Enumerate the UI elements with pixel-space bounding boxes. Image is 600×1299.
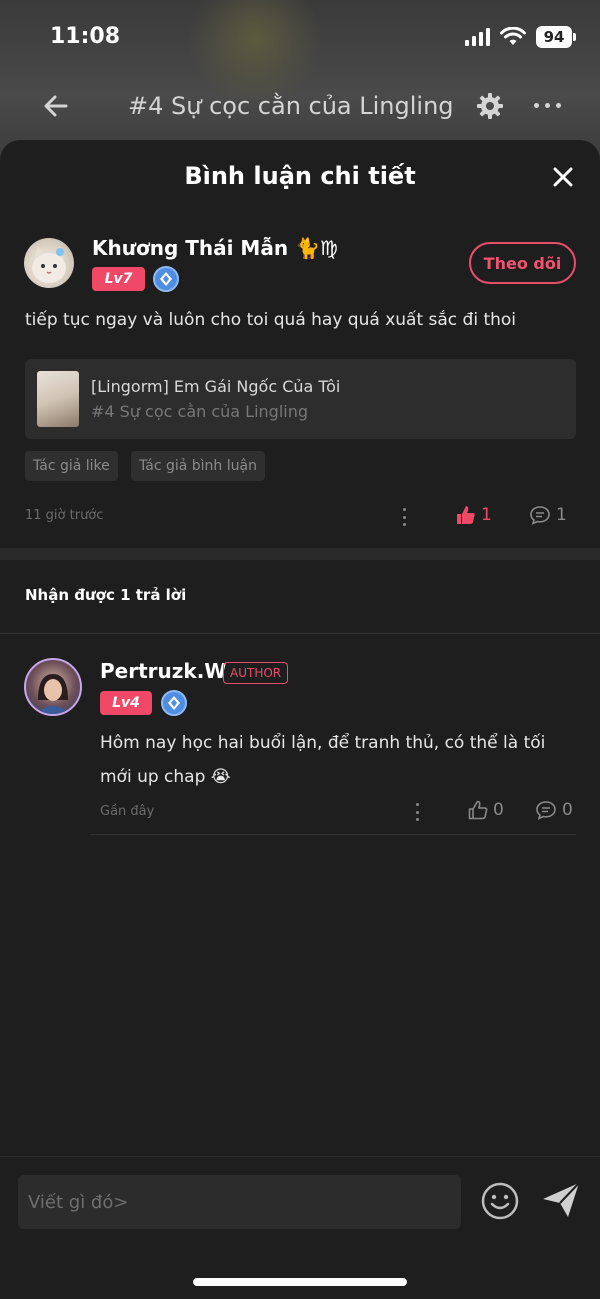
comment-detail-sheet: Bình luận chi tiết Khương Thái Mẫn 🐈♍ Lv… [0, 140, 600, 1299]
follow-button[interactable]: Theo dõi [469, 242, 576, 284]
reply-reply-count: 0 [562, 800, 573, 820]
story-title: [Lingorm] Em Gái Ngốc Của Tôi [91, 377, 341, 396]
back-arrow-icon[interactable] [40, 90, 72, 122]
comment-reply-count: 1 [556, 505, 567, 525]
status-time: 11:08 [50, 24, 121, 49]
status-icons: 94 [465, 26, 576, 48]
reply-time: Gần đây [100, 804, 155, 819]
sheet-title: Bình luận chi tiết [184, 162, 416, 190]
cellular-signal-icon [465, 28, 490, 46]
page-title: #4 Sự cọc cằn của Lingling [128, 92, 454, 120]
wifi-icon [500, 27, 526, 45]
diamond-icon [153, 266, 179, 292]
section-divider [0, 548, 600, 560]
story-card[interactable]: [Lingorm] Em Gái Ngốc Của Tôi #4 Sự cọc … [25, 359, 576, 439]
battery-indicator: 94 [536, 26, 576, 48]
chat-bubble-icon [536, 801, 556, 820]
tag-author-like: Tác giả like [25, 451, 118, 481]
reply-text: Hôm nay học hai buổi lận, để tranh thủ, … [100, 733, 546, 787]
send-icon[interactable] [540, 1179, 582, 1221]
diamond-icon [161, 690, 187, 716]
gear-icon[interactable] [476, 92, 504, 120]
chat-bubble-icon [530, 506, 550, 525]
status-bar: 11:08 94 [0, 0, 600, 76]
reply-like-button[interactable]: 0 [468, 800, 504, 820]
cat-avatar-image [32, 246, 66, 283]
author-name[interactable]: Pertruzk.W [100, 659, 226, 683]
author-avatar-image [36, 674, 70, 714]
level-badge: Lv7 [92, 267, 145, 291]
comment-time: 11 giờ trước [25, 508, 104, 523]
thumbs-up-icon [468, 800, 488, 820]
tag-author-comment: Tác giả bình luận [131, 451, 265, 481]
replies-header: Nhận được 1 trả lời [25, 586, 187, 604]
close-icon[interactable] [550, 164, 576, 190]
commenter-avatar[interactable] [24, 238, 74, 288]
comment-input[interactable]: Viết gì đó> [18, 1175, 461, 1229]
level-badge: Lv4 [100, 691, 152, 715]
author-avatar[interactable] [24, 658, 82, 716]
top-nav: #4 Sự cọc cằn của Lingling [0, 76, 600, 136]
reply-like-count: 0 [493, 800, 504, 820]
comment-like-button[interactable]: 1 [456, 505, 492, 525]
author-tag: AUTHOR [223, 662, 289, 684]
divider [0, 633, 600, 634]
comment-more-icon[interactable] [401, 508, 407, 526]
comment-like-count: 1 [481, 505, 492, 525]
comment-input-bar: Viết gì đó> [0, 1156, 600, 1299]
divider [90, 834, 576, 835]
more-options-icon[interactable] [534, 100, 564, 110]
emoji-icon[interactable] [480, 1181, 520, 1221]
story-chapter: #4 Sự cọc cằn của Lingling [91, 402, 309, 421]
thumbs-up-filled-icon [457, 506, 475, 524]
commenter-name[interactable]: Khương Thái Mẫn 🐈♍ [92, 236, 338, 260]
comment-reply-button[interactable]: 1 [529, 505, 567, 525]
home-indicator [193, 1278, 407, 1286]
reply-reply-button[interactable]: 0 [535, 800, 573, 820]
comment-text: tiếp tục ngay và luôn cho toi quá hay qu… [25, 310, 517, 330]
story-thumbnail [37, 371, 79, 427]
reply-more-icon[interactable] [414, 803, 420, 821]
